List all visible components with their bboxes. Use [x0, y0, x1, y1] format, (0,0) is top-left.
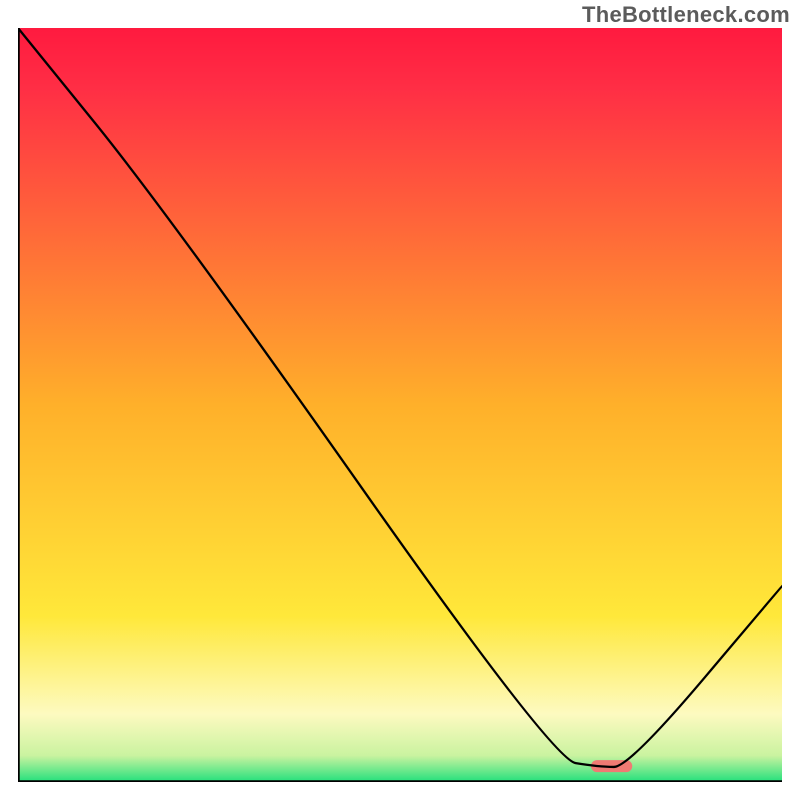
chart-svg [18, 28, 782, 782]
gradient-background [18, 28, 782, 782]
bottleneck-chart [18, 28, 782, 782]
watermark-text: TheBottleneck.com [582, 2, 790, 28]
